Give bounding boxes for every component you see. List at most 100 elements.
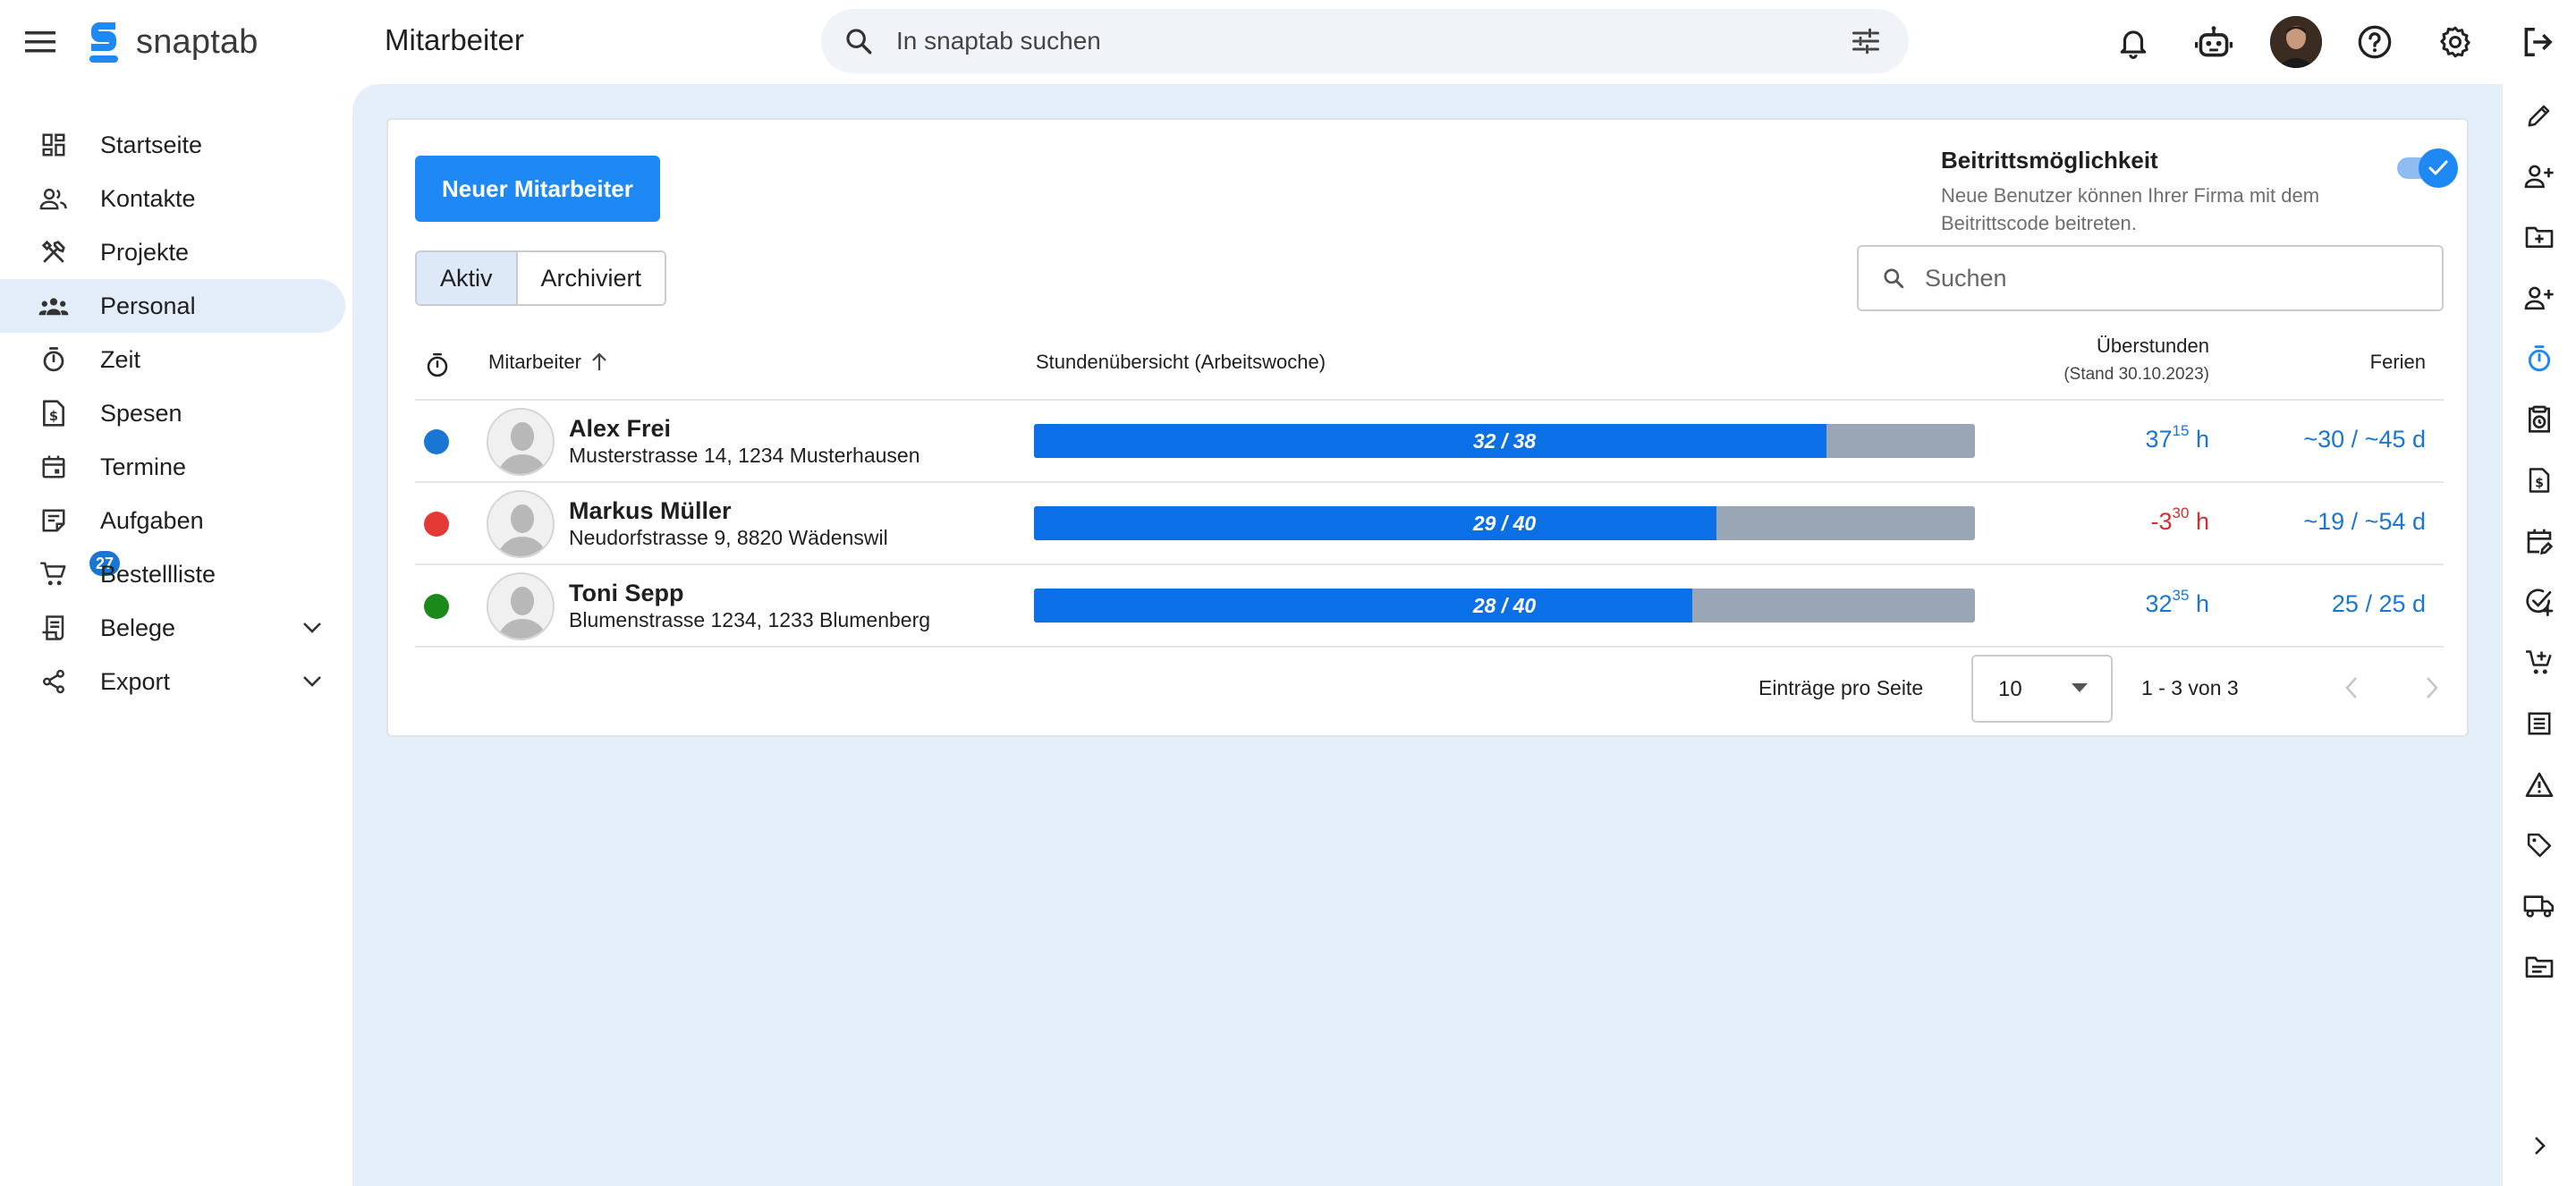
notifications-bell-icon[interactable] — [2111, 20, 2156, 64]
help-icon[interactable] — [2352, 20, 2397, 64]
employee-name: Toni Sepp — [569, 580, 684, 606]
chevron-down-icon[interactable] — [297, 613, 327, 643]
sidebar-item-aufgaben[interactable]: Aufgaben — [0, 494, 345, 547]
sidebar-item-belege[interactable]: Belege — [0, 601, 345, 655]
prev-page-chevron-icon[interactable] — [2333, 669, 2370, 707]
overtime-hours: 37 — [2145, 426, 2173, 453]
employees-card: Neuer Mitarbeiter Aktiv Archiviert Beitr… — [386, 118, 2469, 737]
assistant-bot-icon[interactable] — [2191, 20, 2236, 64]
new-employee-button[interactable]: Neuer Mitarbeiter — [415, 156, 660, 222]
timer-icon — [424, 351, 451, 379]
vacation-value: 25 / 25 d — [2331, 590, 2426, 617]
logout-icon[interactable] — [2515, 20, 2560, 64]
table-row[interactable]: Alex Frei Musterstrasse 14, 1234 Musterh… — [415, 401, 2444, 483]
tab-aktiv[interactable]: Aktiv — [417, 252, 516, 304]
svg-text:$: $ — [2535, 477, 2544, 491]
app-logo[interactable]: snaptab — [84, 18, 258, 66]
column-header-employee[interactable]: Mitarbeiter — [488, 351, 608, 374]
join-option-title: Beitrittsmöglichkeit — [1941, 147, 2158, 174]
employee-name: Markus Müller — [569, 497, 732, 524]
sidebar-item-label: Kontakte — [100, 184, 196, 212]
sidebar-item-kontakte[interactable]: Kontakte — [0, 172, 345, 225]
top-app-bar: snaptab Mitarbeiter — [0, 0, 2576, 84]
global-search[interactable] — [821, 9, 1909, 73]
hours-progress-bar: 28 / 40 — [1034, 589, 1975, 623]
receipt-dollar-icon[interactable]: $ — [2521, 462, 2558, 499]
sidebar-item-bestellliste[interactable]: 27 Bestellliste — [0, 547, 345, 601]
warning-icon[interactable] — [2521, 766, 2558, 803]
sidebar-item-label: Spesen — [100, 399, 182, 427]
rows-per-page-select[interactable]: 10 — [1971, 655, 2113, 723]
sidebar-item-projekte[interactable]: Projekte — [0, 225, 345, 279]
sidebar-item-termine[interactable]: Termine — [0, 440, 345, 494]
vacation-value: ~30 / ~45 d — [2303, 426, 2426, 453]
sort-arrow-up-icon — [590, 352, 608, 372]
add-to-cart-icon[interactable] — [2521, 644, 2558, 682]
overtime-hours: 32 — [2145, 590, 2173, 617]
avatar — [487, 408, 555, 476]
sidebar-item-spesen[interactable]: $ Spesen — [0, 386, 345, 440]
sidebar-item-label: Zeit — [100, 345, 141, 373]
receipt-icon — [36, 610, 72, 646]
chevron-down-icon[interactable] — [297, 666, 327, 697]
app-name: snaptab — [136, 22, 258, 61]
chevron-right-icon[interactable] — [2521, 1127, 2558, 1165]
pencil-edit-icon[interactable] — [2521, 97, 2558, 134]
folder-list-icon[interactable] — [2521, 948, 2558, 986]
status-dot — [424, 512, 449, 537]
menu-icon[interactable] — [21, 23, 59, 61]
list-document-icon[interactable] — [2521, 705, 2558, 742]
pagination-range: 1 - 3 von 3 — [2141, 676, 2239, 699]
filter-tune-icon[interactable] — [1846, 21, 1885, 61]
hours-progress-label: 32 / 38 — [1472, 429, 1537, 453]
global-search-input[interactable] — [896, 27, 1791, 55]
hours-progress-label: 29 / 40 — [1472, 512, 1537, 535]
avatar — [487, 490, 555, 558]
sidebar-item-label: Bestellliste — [100, 560, 216, 588]
timer-icon — [36, 342, 72, 377]
rows-per-page-label: Einträge pro Seite — [1758, 676, 1924, 699]
column-header-vacation: Ferien — [2369, 351, 2426, 373]
quick-actions-rail: $ — [2503, 84, 2576, 1186]
new-folder-icon[interactable] — [2521, 218, 2558, 256]
overtime-unit: h — [2189, 590, 2209, 617]
employee-search-input[interactable] — [1925, 264, 2426, 292]
hours-progress-label: 28 / 40 — [1472, 594, 1537, 617]
sidebar-item-label: Personal — [100, 292, 196, 319]
overtime-value: -330 h — [2151, 504, 2209, 536]
add-employee-icon[interactable] — [2521, 279, 2558, 317]
task-check-add-icon[interactable] — [2521, 583, 2558, 621]
table-header: Mitarbeiter Stundenübersicht (Arbeitswoc… — [415, 327, 2444, 401]
join-option-toggle[interactable] — [2397, 148, 2460, 188]
settings-gear-icon[interactable] — [2433, 20, 2478, 64]
delivery-truck-icon[interactable] — [2521, 887, 2558, 925]
sidebar-item-personal[interactable]: Personal — [0, 279, 345, 333]
overtime-value: 3715 h — [2145, 422, 2210, 453]
receipt-dollar-icon: $ — [36, 395, 72, 431]
employee-search[interactable] — [1857, 245, 2444, 311]
tab-archiviert[interactable]: Archiviert — [515, 252, 665, 304]
employee-address: Musterstrasse 14, 1234 Musterhausen — [569, 444, 920, 467]
timer-active-icon[interactable] — [2521, 340, 2558, 377]
employee-address: Neudorfstrasse 9, 8820 Wädenswil — [569, 526, 888, 549]
overtime-value: 3235 h — [2145, 587, 2210, 618]
add-contact-icon[interactable] — [2521, 157, 2558, 195]
table-row[interactable]: Markus Müller Neudorfstrasse 9, 8820 Wäd… — [415, 483, 2444, 565]
task-note-icon — [36, 503, 72, 538]
pagination: Einträge pro Seite 10 1 - 3 von 3 — [415, 655, 2444, 723]
column-header-employee-label: Mitarbeiter — [488, 351, 581, 373]
user-avatar[interactable] — [2270, 16, 2322, 68]
overtime-minutes: 15 — [2172, 422, 2190, 439]
sidebar-item-export[interactable]: Export — [0, 655, 345, 708]
next-page-chevron-icon[interactable] — [2413, 669, 2451, 707]
column-header-overtime-note: (Stand 30.10.2023) — [2063, 365, 2209, 384]
sidebar-item-startseite[interactable]: Startseite — [0, 118, 345, 172]
clipboard-time-icon[interactable] — [2521, 401, 2558, 438]
table-row[interactable]: Toni Sepp Blumenstrasse 1234, 1233 Blume… — [415, 565, 2444, 648]
calendar-edit-icon[interactable] — [2521, 522, 2558, 560]
groups-icon — [36, 288, 72, 324]
tag-icon[interactable] — [2521, 826, 2558, 864]
sidebar-item-label: Export — [100, 667, 171, 695]
sidebar-item-zeit[interactable]: Zeit — [0, 333, 345, 386]
hours-progress-bar: 32 / 38 — [1034, 424, 1975, 458]
